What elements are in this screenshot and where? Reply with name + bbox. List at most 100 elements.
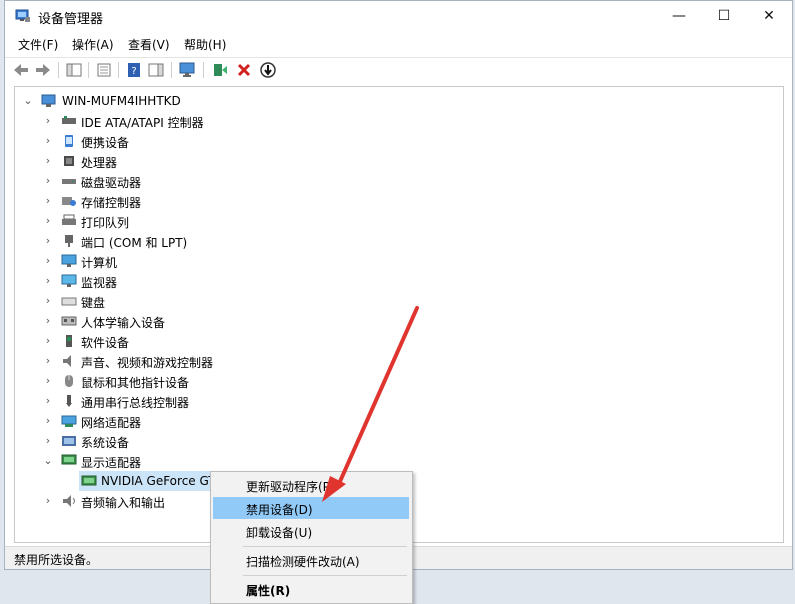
tree-item[interactable]: › 通用串行总线控制器 — [15, 391, 783, 411]
update-driver-toolbar-button[interactable] — [211, 61, 229, 79]
tree-item[interactable]: › 端口 (COM 和 LPT) — [15, 231, 783, 251]
tree-item-label: 网络适配器 — [81, 416, 142, 430]
scan-hardware-toolbar-button[interactable] — [179, 61, 197, 79]
tree-item-label: 端口 (COM 和 LPT) — [81, 236, 188, 250]
tree-item-label: IDE ATA/ATAPI 控制器 — [81, 116, 204, 130]
menu-bar: 文件(F) 操作(A) 查看(V) 帮助(H) — [5, 33, 792, 55]
svg-text:?: ? — [131, 66, 136, 77]
red-x-icon — [237, 63, 251, 77]
tree-item[interactable]: › 便携设备 — [15, 131, 783, 151]
expand-chevron-icon[interactable]: › — [43, 274, 53, 287]
ctx-scan-hardware[interactable]: 扫描检测硬件改动(A) — [213, 549, 409, 571]
context-menu: 更新驱动程序(P) 禁用设备(D) 卸载设备(U) 扫描检测硬件改动(A) 属性… — [210, 471, 413, 604]
expand-chevron-icon[interactable]: › — [43, 394, 53, 407]
uninstall-toolbar-button[interactable] — [235, 61, 253, 79]
tree-item[interactable]: › 监视器 — [15, 271, 783, 291]
show-hide-action-pane-button[interactable] — [147, 61, 165, 79]
nvidia-gpu-label: NVIDIA GeForce GT — [101, 474, 216, 488]
ctx-properties[interactable]: 属性(R) — [213, 578, 409, 600]
tree-item-label: 鼠标和其他指针设备 — [81, 376, 190, 390]
tree-item[interactable]: › 键盘 — [15, 291, 783, 311]
ide-controller-icon — [62, 116, 76, 124]
toolbar-separator — [88, 62, 89, 78]
tree-item-label: 打印队列 — [81, 216, 130, 230]
expand-chevron-icon[interactable]: › — [43, 334, 53, 347]
expand-chevron-icon[interactable]: › — [43, 254, 53, 267]
expand-chevron-icon[interactable]: › — [43, 134, 53, 147]
toolbar: ? — [5, 57, 792, 82]
disable-toolbar-button[interactable] — [259, 61, 277, 79]
menu-help[interactable]: 帮助(H) — [184, 36, 226, 53]
tree-item[interactable]: ⌄ 显示适配器 — [15, 451, 783, 471]
properties-toolbar-button[interactable] — [95, 61, 113, 79]
tree-item-label: 通用串行总线控制器 — [81, 396, 190, 410]
system-device-icon — [62, 436, 76, 446]
menu-view[interactable]: 查看(V) — [128, 36, 170, 53]
expand-chevron-icon[interactable]: › — [43, 154, 53, 167]
close-button[interactable]: ✕ — [746, 1, 792, 31]
console-tree-icon — [66, 63, 82, 77]
maximize-button[interactable]: ☐ — [701, 1, 747, 31]
expand-chevron-icon[interactable]: › — [43, 294, 53, 307]
tree-item[interactable]: › 人体学输入设备 — [15, 311, 783, 331]
expand-chevron-icon[interactable]: › — [43, 174, 53, 187]
tree-item-label: 声音、视频和游戏控制器 — [81, 356, 214, 370]
tree-item[interactable]: › 声音、视频和游戏控制器 — [15, 351, 783, 371]
forward-button[interactable] — [34, 61, 52, 79]
expand-chevron-icon[interactable]: › — [43, 234, 53, 247]
tree-item-label: 人体学输入设备 — [81, 316, 166, 330]
storage-controller-icon — [62, 197, 76, 206]
expand-chevron-icon[interactable]: › — [43, 194, 53, 207]
ctx-update-driver[interactable]: 更新驱动程序(P) — [213, 474, 409, 496]
tree-item[interactable]: › 软件设备 — [15, 331, 783, 351]
printer-icon — [62, 214, 76, 225]
tree-item[interactable]: › 磁盘驱动器 — [15, 171, 783, 191]
tree-item[interactable]: › 存储控制器 — [15, 191, 783, 211]
mouse-icon — [65, 375, 73, 387]
tree-item[interactable]: › 打印队列 — [15, 211, 783, 231]
expand-chevron-icon[interactable]: › — [43, 374, 53, 387]
expand-chevron-icon[interactable]: › — [43, 314, 53, 327]
status-text: 禁用所选设备。 — [14, 553, 99, 567]
menu-file[interactable]: 文件(F) — [18, 36, 58, 53]
update-driver-icon — [214, 64, 227, 76]
tree-root[interactable]: ⌄ WIN-MUFM4IHHTKD — [15, 91, 783, 111]
tree-item[interactable]: › IDE ATA/ATAPI 控制器 — [15, 111, 783, 131]
properties-sheet-icon — [97, 63, 111, 77]
tree-item[interactable]: › 计算机 — [15, 251, 783, 271]
tree-item[interactable]: › 网络适配器 — [15, 411, 783, 431]
ctx-disable-device[interactable]: 禁用设备(D) — [213, 497, 409, 519]
expand-chevron-icon[interactable]: › — [43, 354, 53, 367]
software-device-icon — [66, 335, 72, 347]
expand-chevron-icon[interactable]: › — [43, 114, 53, 127]
ctx-separator — [243, 575, 407, 576]
expand-chevron-icon[interactable]: › — [43, 434, 53, 447]
tree-item-label: 系统设备 — [81, 436, 130, 450]
tree-item[interactable]: › 系统设备 — [15, 431, 783, 451]
expand-chevron-icon[interactable]: › — [43, 214, 53, 227]
processor-icon — [64, 156, 74, 166]
tree-item-label: 处理器 — [81, 156, 118, 170]
action-pane-icon — [148, 63, 164, 77]
usb-icon — [66, 395, 72, 407]
show-hide-console-tree-button[interactable] — [65, 61, 83, 79]
minimize-button[interactable]: — — [656, 1, 702, 31]
menu-action[interactable]: 操作(A) — [72, 36, 114, 53]
computer-root-icon — [41, 94, 56, 107]
network-adapter-icon — [61, 415, 77, 427]
tree-item-label: 存储控制器 — [81, 196, 142, 210]
monitor-icon — [61, 274, 77, 287]
help-toolbar-button[interactable]: ? — [125, 61, 143, 79]
collapse-chevron-icon[interactable]: ⌄ — [43, 454, 53, 467]
expand-chevron-icon[interactable]: › — [43, 414, 53, 427]
back-arrow-icon — [14, 64, 28, 76]
title-bar: 设备管理器 — ☐ ✕ — [5, 1, 792, 33]
tree-item[interactable]: › 鼠标和其他指针设备 — [15, 371, 783, 391]
back-button[interactable] — [12, 61, 30, 79]
tree-item-label: 计算机 — [81, 256, 118, 270]
ctx-uninstall-device[interactable]: 卸载设备(U) — [213, 520, 409, 542]
collapse-chevron-icon[interactable]: ⌄ — [23, 94, 33, 107]
expand-chevron-icon[interactable]: › — [43, 494, 53, 507]
display-adapter-icon — [61, 454, 77, 465]
tree-item[interactable]: › 处理器 — [15, 151, 783, 171]
